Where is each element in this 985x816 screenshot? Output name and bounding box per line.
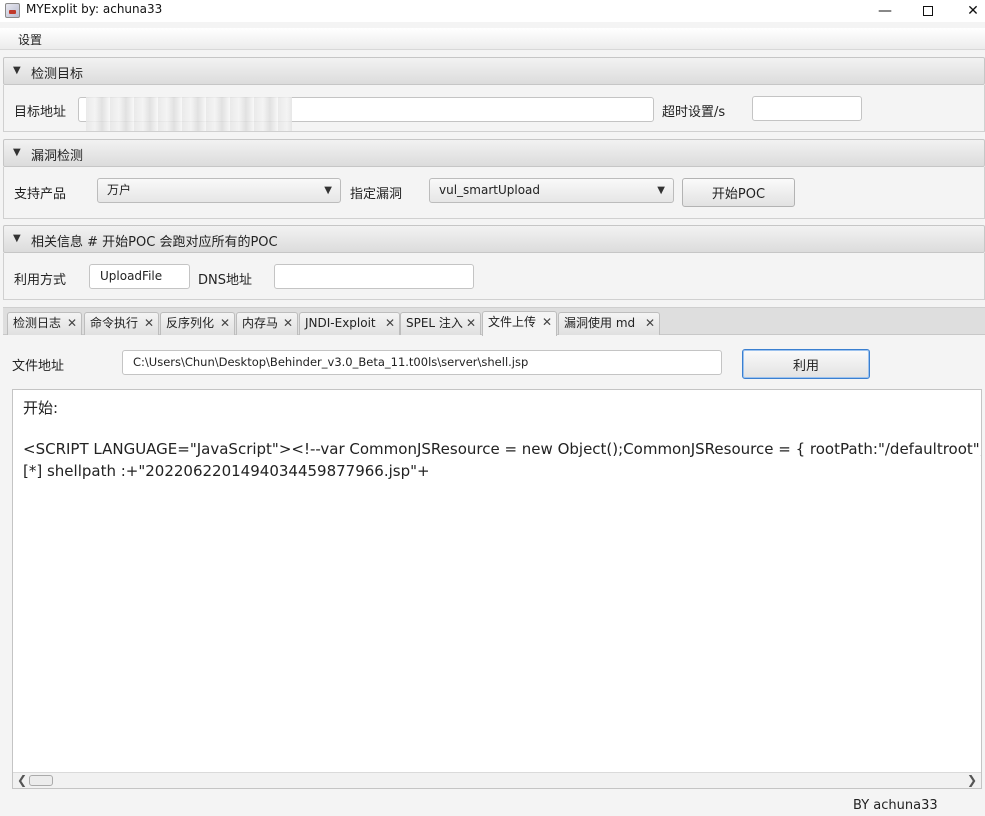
minimize-button[interactable]: — — [862, 0, 908, 22]
close-tab-icon[interactable]: ✕ — [220, 313, 230, 334]
window-title: MYExplit by: achuna33 — [26, 2, 163, 16]
dns-label: DNS地址 — [198, 273, 252, 288]
timeout-label: 超时设置/s — [662, 105, 726, 120]
close-tab-icon[interactable]: ✕ — [645, 313, 655, 334]
close-icon: ✕ — [967, 3, 979, 19]
collapse-triangle-icon: ▼ — [13, 233, 21, 244]
dns-input[interactable] — [274, 264, 474, 289]
output-textarea[interactable]: 开始: <SCRIPT LANGUAGE="JavaScript"><!--va… — [12, 389, 982, 789]
section-vuln-header[interactable]: ▼ 漏洞检测 — [3, 139, 985, 167]
maximize-icon — [923, 6, 933, 16]
close-tab-icon[interactable]: ✕ — [542, 312, 552, 333]
tab-label: 命令执行 — [90, 316, 139, 330]
maximize-button[interactable] — [905, 0, 951, 22]
title-bar: MYExplit by: achuna33 — ✕ — [0, 0, 985, 22]
file-path-input[interactable]: C:\Users\Chun\Desktop\Behinder_v3.0_Beta… — [122, 350, 722, 375]
method-label: 利用方式 — [14, 273, 67, 288]
product-select[interactable]: 万户 ▼ — [97, 178, 341, 203]
tab-label: SPEL 注入 — [406, 316, 463, 330]
output-line: <SCRIPT LANGUAGE="JavaScript"><!--var Co… — [23, 440, 982, 458]
section-target-header[interactable]: ▼ 检测目标 — [3, 57, 985, 85]
close-tab-icon[interactable]: ✕ — [67, 313, 77, 334]
output-line: 开始: — [23, 399, 59, 417]
dropdown-arrow-icon: ▼ — [324, 185, 332, 196]
tab-label: 漏洞使用 md — [564, 316, 636, 330]
tab-label: 内存马 — [242, 316, 279, 330]
tab-file-upload[interactable]: 文件上传 ✕ — [482, 311, 557, 336]
close-tab-icon[interactable]: ✕ — [385, 313, 395, 334]
start-poc-button[interactable]: 开始POC — [682, 178, 795, 207]
tab-vuln-usage-md[interactable]: 漏洞使用 md ✕ — [558, 312, 660, 335]
product-select-value: 万户 — [107, 183, 132, 197]
minimize-icon: — — [878, 3, 892, 19]
app-icon — [5, 3, 20, 18]
tab-jndi-exploit[interactable]: JNDI-Exploit ✕ — [299, 312, 400, 335]
tab-label: 反序列化 — [166, 316, 215, 330]
menu-bar: 设置 — [0, 28, 985, 50]
tab-label: 文件上传 — [488, 315, 537, 329]
dropdown-arrow-icon: ▼ — [657, 185, 665, 196]
collapse-triangle-icon: ▼ — [13, 65, 21, 76]
section-target-title: 检测目标 — [31, 67, 84, 82]
tab-detect-log[interactable]: 检测日志 ✕ — [7, 312, 82, 335]
target-url-label: 目标地址 — [14, 105, 67, 120]
file-path-label: 文件地址 — [12, 359, 65, 374]
horizontal-scrollbar[interactable]: ❮ ❯ — [13, 772, 981, 788]
timeout-input[interactable] — [752, 96, 862, 121]
vuln-select[interactable]: vul_smartUpload ▼ — [429, 178, 674, 203]
exploit-button[interactable]: 利用 — [742, 349, 870, 379]
tab-bar: 检测日志 ✕ 命令执行 ✕ 反序列化 ✕ 内存马 ✕ JNDI-Exploit ✕ SPE… — [3, 307, 985, 336]
tab-label: 检测日志 — [13, 316, 62, 330]
tab-memshell[interactable]: 内存马 ✕ — [236, 312, 298, 335]
scroll-right-icon[interactable]: ❯ — [967, 773, 977, 788]
close-tab-icon[interactable]: ✕ — [144, 313, 154, 334]
scroll-left-icon[interactable]: ❮ — [17, 773, 27, 788]
section-info-title: 相关信息 # 开始POC 会跑对应所有的POC — [31, 235, 278, 250]
tab-label: JNDI-Exploit — [305, 316, 376, 330]
close-tab-icon[interactable]: ✕ — [283, 313, 293, 334]
tab-command-exec[interactable]: 命令执行 ✕ — [84, 312, 159, 335]
vuln-select-value: vul_smartUpload — [439, 183, 541, 197]
section-info-header[interactable]: ▼ 相关信息 # 开始POC 会跑对应所有的POC — [3, 225, 985, 253]
tab-deserialize[interactable]: 反序列化 ✕ — [160, 312, 235, 335]
collapse-triangle-icon: ▼ — [13, 147, 21, 158]
section-vuln-title: 漏洞检测 — [31, 149, 84, 164]
redacted-url-mask — [86, 97, 292, 131]
footer-credit: BY achuna33 — [853, 798, 938, 813]
menu-settings[interactable]: 设置 — [18, 31, 42, 48]
close-tab-icon[interactable]: ✕ — [466, 313, 476, 334]
close-window-button[interactable]: ✕ — [950, 0, 985, 22]
scrollbar-thumb[interactable] — [29, 775, 53, 786]
product-label: 支持产品 — [14, 187, 67, 202]
tab-spel-inject[interactable]: SPEL 注入 ✕ — [400, 312, 481, 335]
output-line: [*] shellpath :+"20220622014940344598779… — [23, 462, 430, 480]
vuln-label: 指定漏洞 — [350, 187, 403, 202]
method-input[interactable]: UploadFile — [89, 264, 190, 289]
